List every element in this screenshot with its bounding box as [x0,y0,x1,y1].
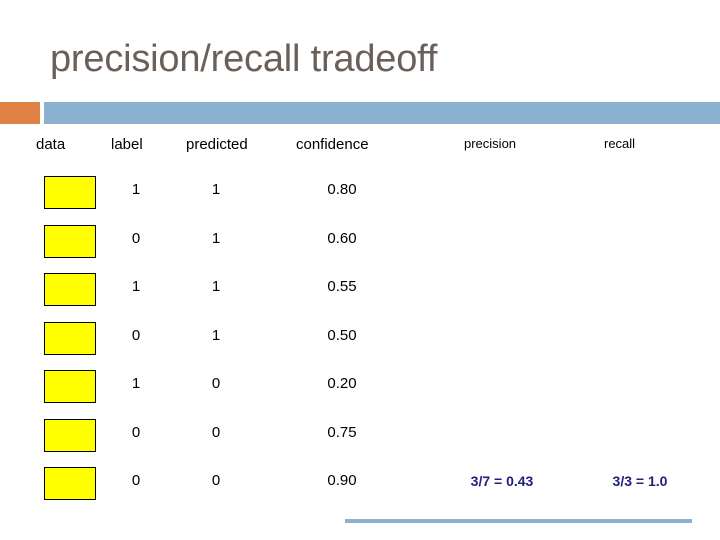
precision-recall-table: data label predicted confidence precisio… [0,130,720,512]
cell-label: 0 [131,326,141,344]
title-accent-bar [0,102,720,124]
cell-predicted: 0 [211,423,221,441]
cell-confidence: 0.75 [327,423,357,441]
cell-precision: 3/7 = 0.43 [470,473,534,489]
yellow-swatch-icon [44,224,96,258]
cell-predicted: 1 [211,181,221,198]
yellow-swatch-icon [44,370,96,403]
cell-predicted: 1 [211,278,221,295]
column-header-label: label [111,136,143,153]
cell-label: 0 [131,423,141,441]
accent-line [44,102,720,124]
table-row: 0 1 0.50 [0,318,720,367]
column-header-recall: recall [604,136,636,151]
bottom-divider [345,519,692,523]
cell-label: 0 [131,229,141,247]
table-row: 0 1 0.60 [0,221,720,270]
yellow-swatch-icon [44,467,96,500]
accent-square [0,102,40,124]
table-row: 0 0 0.90 3/7 = 0.43 3/3 = 1.0 [0,463,720,512]
cell-confidence: 0.20 [327,375,357,392]
cell-predicted: 0 [211,375,221,392]
cell-label: 0 [131,472,141,489]
column-header-confidence: confidence [296,136,369,153]
cell-confidence: 0.55 [327,278,357,295]
cell-label: 1 [131,181,141,198]
cell-predicted: 0 [211,472,221,489]
yellow-swatch-icon [44,321,96,355]
table-row: 0 0 0.75 [0,415,720,464]
yellow-swatch-icon [44,418,96,452]
cell-confidence: 0.50 [327,326,357,344]
page-title: precision/recall tradeoff [50,38,438,80]
yellow-swatch-icon [44,273,96,306]
cell-label: 1 [131,278,141,295]
table-row: 1 1 0.80 [0,172,720,221]
column-header-data: data [36,136,66,153]
cell-recall: 3/3 = 1.0 [612,473,668,489]
table-header-row: data label predicted confidence precisio… [0,130,720,172]
table-row: 1 0 0.20 [0,366,720,415]
cell-predicted: 1 [211,326,221,344]
cell-confidence: 0.60 [327,229,357,247]
yellow-swatch-icon [44,176,96,209]
table-row: 1 1 0.55 [0,269,720,318]
cell-label: 1 [131,375,141,392]
column-header-precision: precision [464,136,517,151]
cell-confidence: 0.80 [327,181,357,198]
column-header-predicted: predicted [186,136,248,153]
cell-confidence: 0.90 [327,472,357,489]
cell-predicted: 1 [211,229,221,247]
